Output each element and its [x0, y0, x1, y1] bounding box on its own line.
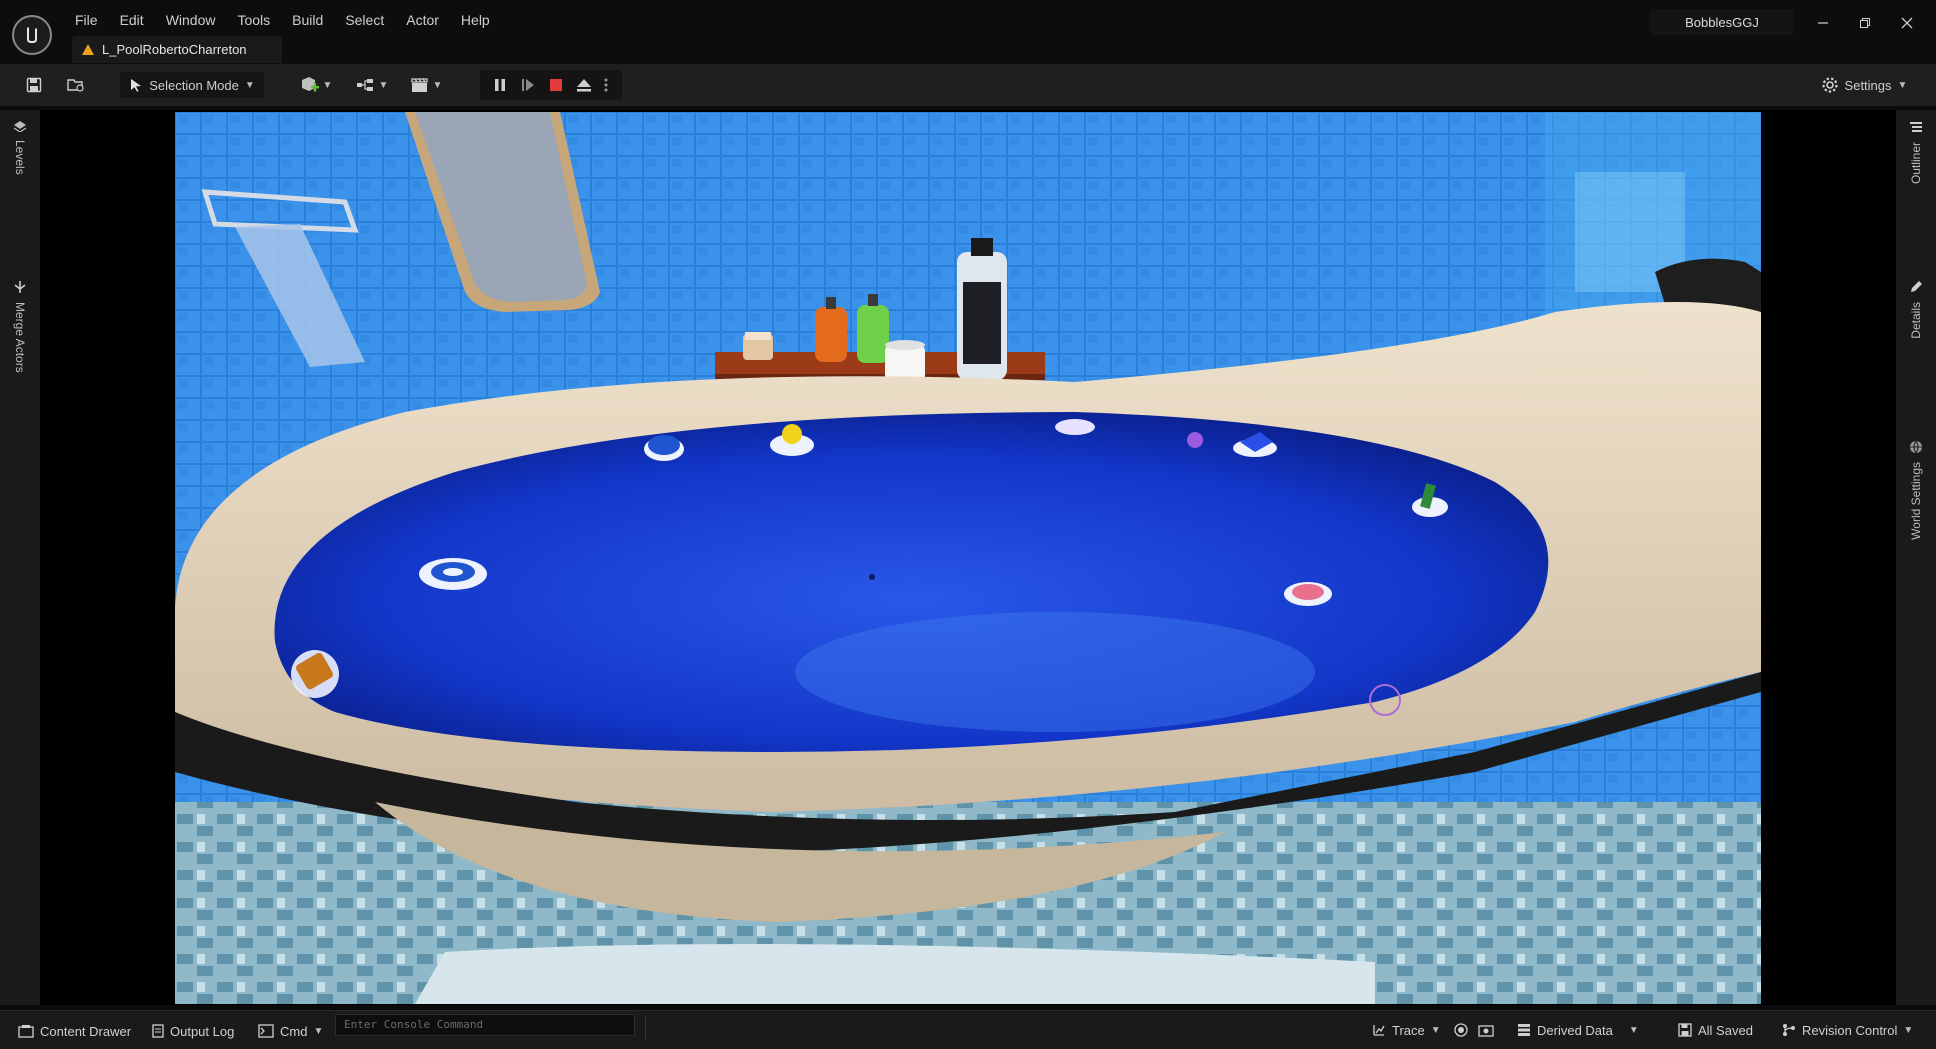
- pause-icon[interactable]: [488, 72, 512, 98]
- globe-icon: [1910, 440, 1922, 454]
- pencil-icon: [1911, 281, 1922, 292]
- clapperboard-icon: [410, 78, 428, 92]
- output-log-icon: [152, 1024, 164, 1038]
- all-saved-button[interactable]: All Saved: [1678, 1018, 1753, 1042]
- terminal-icon: [258, 1024, 274, 1038]
- tab-merge-actors[interactable]: Merge Actors: [0, 280, 40, 373]
- tab-outliner-label: Outliner: [1909, 142, 1923, 185]
- eject-icon[interactable]: [572, 72, 596, 98]
- menu-build[interactable]: Build: [281, 10, 334, 30]
- record-icon: [1454, 1023, 1468, 1037]
- chevron-down-icon: ▼: [432, 79, 443, 91]
- chevron-down-icon: ▼: [1628, 1024, 1639, 1036]
- trace-dropdown[interactable]: Trace ▼: [1372, 1018, 1441, 1042]
- menu-tools[interactable]: Tools: [226, 10, 281, 30]
- browse-content-icon[interactable]: [62, 72, 90, 98]
- console-command-input[interactable]: Enter Console Command: [335, 1014, 635, 1036]
- menu-select[interactable]: Select: [334, 10, 395, 30]
- game-viewport[interactable]: [175, 112, 1761, 1004]
- tab-merge-actors-label: Merge Actors: [13, 302, 27, 373]
- menu-window[interactable]: Window: [155, 10, 227, 30]
- left-panel-rail: Levels Merge Actors: [0, 110, 40, 1005]
- derived-data-dropdown[interactable]: Derived Data ▼: [1517, 1018, 1639, 1042]
- status-bar: Content Drawer Output Log Cmd ▼: [0, 1010, 1936, 1049]
- tab-levels-label: Levels: [13, 140, 27, 175]
- selection-mode-label: Selection Mode: [149, 77, 239, 93]
- tab-world-settings-label: World Settings: [1909, 462, 1923, 540]
- right-panel-rail: Outliner Details World Settings: [1896, 110, 1936, 1005]
- level-warning-icon: [82, 44, 94, 55]
- main-menu: File Edit Window Tools Build Select Acto…: [64, 10, 501, 30]
- chevron-down-icon: ▼: [378, 79, 389, 91]
- settings-button[interactable]: Settings ▼: [1818, 72, 1910, 98]
- tab-details[interactable]: Details: [1896, 280, 1936, 339]
- selection-mode-dropdown[interactable]: Selection Mode ▼: [120, 72, 264, 98]
- close-icon[interactable]: [1892, 10, 1922, 36]
- content-drawer-label: Content Drawer: [40, 1023, 132, 1039]
- project-name[interactable]: BobblesGGJ: [1650, 9, 1794, 35]
- unreal-logo-icon[interactable]: [12, 15, 52, 55]
- levels-icon: [13, 121, 27, 132]
- blueprint-icon: [356, 79, 373, 91]
- settings-label: Settings: [1844, 77, 1892, 93]
- gear-icon: [1821, 77, 1838, 93]
- chevron-down-icon: ▼: [313, 1025, 324, 1037]
- trace-icon: [1373, 1025, 1385, 1036]
- outliner-icon: [1910, 122, 1922, 132]
- merge-icon: [14, 281, 26, 293]
- cmd-dropdown[interactable]: Cmd ▼: [258, 1019, 323, 1043]
- bathroom-scene: [175, 112, 1761, 1004]
- tab-levels[interactable]: Levels: [0, 120, 40, 175]
- tab-outliner[interactable]: Outliner: [1896, 120, 1936, 184]
- title-bar: File Edit Window Tools Build Select Acto…: [0, 0, 1936, 64]
- divider: [645, 1016, 646, 1040]
- chevron-down-icon: ▼: [1430, 1024, 1441, 1036]
- save-icon: [1678, 1023, 1692, 1037]
- save-icon[interactable]: [20, 72, 48, 98]
- revision-control-label: Revision Control: [1802, 1022, 1898, 1038]
- branch-icon: [1783, 1024, 1795, 1036]
- camera-icon: [1478, 1025, 1494, 1037]
- level-tab-label: L_PoolRobertoCharreton: [102, 42, 247, 57]
- more-icon[interactable]: [598, 72, 614, 98]
- content-drawer-button[interactable]: Content Drawer: [18, 1019, 131, 1043]
- add-actor-icon: [301, 77, 319, 92]
- stop-icon[interactable]: [544, 72, 568, 98]
- chevron-down-icon: ▼: [1903, 1024, 1914, 1036]
- cursor-icon: [131, 79, 142, 92]
- restore-icon[interactable]: [1850, 10, 1880, 36]
- level-tab[interactable]: L_PoolRobertoCharreton: [72, 36, 282, 63]
- content-drawer-icon: [18, 1025, 34, 1038]
- all-saved-label: All Saved: [1698, 1022, 1753, 1038]
- chevron-down-icon: ▼: [322, 79, 333, 91]
- chevron-down-icon: ▼: [1897, 79, 1908, 91]
- derived-data-icon: [1518, 1024, 1530, 1036]
- menu-help[interactable]: Help: [450, 10, 501, 30]
- output-log-label: Output Log: [170, 1023, 235, 1039]
- derived-data-label: Derived Data: [1537, 1022, 1613, 1038]
- revision-control-dropdown[interactable]: Revision Control ▼: [1782, 1018, 1913, 1042]
- output-log-button[interactable]: Output Log: [152, 1019, 234, 1043]
- frame-step-icon[interactable]: [516, 72, 540, 98]
- main-toolbar: Selection Mode ▼ ▼ ▼ ▼ Settings ▼: [0, 64, 1936, 106]
- menu-actor[interactable]: Actor: [395, 10, 450, 30]
- add-actor-button[interactable]: ▼: [296, 72, 336, 98]
- tab-details-label: Details: [1909, 302, 1923, 339]
- cinematics-button[interactable]: ▼: [406, 72, 446, 98]
- chevron-down-icon: ▼: [244, 79, 255, 91]
- menu-edit[interactable]: Edit: [109, 10, 155, 30]
- record-button[interactable]: [1454, 1018, 1468, 1042]
- trace-label: Trace: [1392, 1022, 1425, 1038]
- blueprints-button[interactable]: ▼: [352, 72, 392, 98]
- screenshot-button[interactable]: [1478, 1018, 1494, 1042]
- menu-file[interactable]: File: [64, 10, 109, 30]
- minimize-icon[interactable]: [1808, 10, 1838, 36]
- play-controls: [480, 70, 622, 100]
- cmd-label: Cmd: [280, 1023, 308, 1039]
- tab-world-settings[interactable]: World Settings: [1896, 440, 1936, 540]
